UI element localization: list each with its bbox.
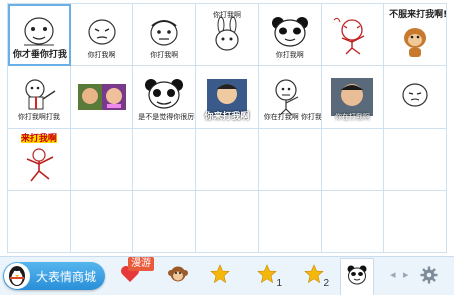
empty-cell [70,190,134,253]
sticker-caption: 不服来打我啊! [389,9,447,20]
empty-cell [8,190,71,253]
empty-cell [384,128,447,191]
empty-cell [384,190,447,253]
emoji-mall-label: 大表情商城 [36,269,97,284]
sticker-caption: 你在打我啊 [334,112,370,121]
sticker-cell[interactable]: 不服来打我啊! [384,4,447,67]
next-arrow-button[interactable]: ▸ [403,268,409,281]
sticker-cell[interactable]: 你打我啊打我 [8,66,71,129]
tab-panda-pack[interactable] [340,258,374,295]
tab-star-1[interactable]: 1 [250,260,284,292]
emoji-panel: 你才垂你打我 你打我啊 你打我啊 你打我啊 你打我啊 不服来打我啊! 你打我啊打… [0,0,454,295]
empty-cell [258,190,322,253]
sticker-cell[interactable]: 你打我啊 [70,4,134,67]
sticker-image: 你打我啊打我 [13,73,65,121]
sticker-caption: 你打我啊 [212,10,241,19]
sticker-image: 你来打我啊 [201,73,253,121]
sticker-image: 你打我啊 [76,11,128,59]
sticker-image: 是不是觉得你很厉害 打我 [138,73,197,121]
sticker-image: 你打我啊 [138,11,190,59]
sticker-cell[interactable]: 你打我啊 [196,4,259,67]
sticker-image: 来打我啊 [13,135,65,183]
star-icon [210,263,230,289]
empty-cell [196,128,259,191]
monkey-icon [168,264,188,289]
empty-cell [133,190,197,253]
sticker-image [389,73,441,121]
sticker-caption: 你来打我啊 [204,111,250,122]
empty-cell [258,128,322,191]
empty-cell [321,128,385,191]
sticker-caption: 你打我啊 [87,50,116,59]
sticker-image [326,11,378,59]
sticker-caption: 你才垂你打我 [12,49,67,60]
sticker-cell[interactable]: 你在打我啊 你打我啊 [258,66,322,129]
roaming-badge: 漫游 [128,257,154,271]
star-2-icon [304,263,324,289]
sticker-image: 你在打我啊 你打我啊 [263,73,322,121]
sticker-cell[interactable]: 你打我啊 [258,4,322,67]
empty-cell [196,190,259,253]
sticker-image [76,73,128,121]
sticker-caption: 你在打我啊 你打我啊 [263,112,322,121]
tab-monkey[interactable] [161,260,195,292]
sticker-cell[interactable]: 你才垂你打我 [8,4,71,67]
sticker-cell[interactable] [321,4,385,67]
tab-star-2[interactable]: 2 [297,260,331,292]
sticker-image: 你打我啊 [201,11,253,59]
sticker-caption: 你打我啊 [150,50,179,59]
panda-tab-icon [346,264,368,291]
tab-star-1-number: 1 [276,278,282,289]
sticker-image: 不服来打我啊! [389,9,447,59]
sticker-cell[interactable]: 你在打我啊 [321,66,385,129]
sticker-image: 你在打我啊 [326,73,378,121]
sticker-cell[interactable] [384,66,447,129]
sticker-image: 你才垂你打我 [12,11,67,60]
sticker-grid: 你才垂你打我 你打我啊 你打我啊 你打我啊 你打我啊 不服来打我啊! 你打我啊打… [7,3,447,253]
empty-cell [321,190,385,253]
sticker-caption: 你打我啊打我 [17,112,60,121]
sticker-image: 你打我啊 [264,11,316,59]
sticker-caption: 来打我啊 [20,134,57,145]
prev-arrow-button[interactable]: ◂ [390,268,396,281]
sticker-cell[interactable]: 来打我啊 [8,128,71,191]
penguin-icon [4,263,30,289]
empty-cell [70,128,134,191]
sticker-cell[interactable]: 你打我啊 [133,4,197,67]
sticker-cell[interactable] [70,66,134,129]
sticker-caption: 你打我啊 [275,50,304,59]
star-1-icon [257,263,277,289]
sticker-caption: 是不是觉得你很厉害 打我 [138,112,197,121]
tab-star-2-number: 2 [323,278,329,289]
tab-star[interactable] [203,260,237,292]
sticker-cell[interactable]: 是不是觉得你很厉害 打我 [133,66,197,129]
empty-cell [133,128,197,191]
sticker-cell[interactable]: 你来打我啊 [196,66,259,129]
emoji-mall-button[interactable]: 大表情商城 [3,262,105,290]
gear-icon[interactable] [420,266,438,284]
